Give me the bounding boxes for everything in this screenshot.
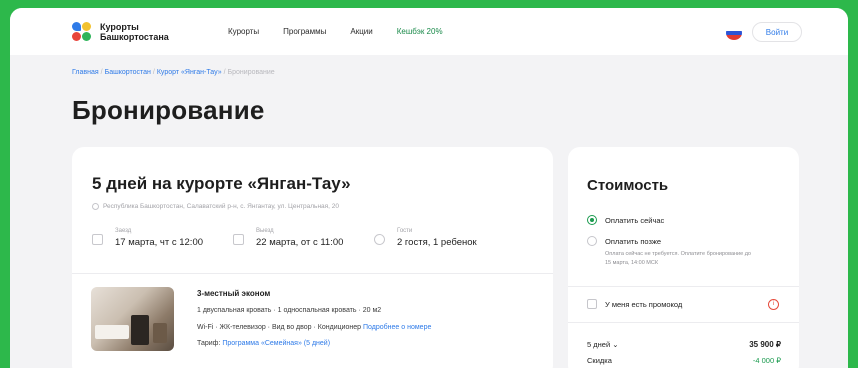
days-label: 5 дней (587, 340, 611, 349)
promo-label: У меня есть промокод (605, 299, 683, 309)
room-beds: 1 двуспальная кровать · 1 односпальная к… (197, 307, 382, 314)
days-dropdown[interactable]: 5 дней ⌄ (587, 340, 619, 349)
checkout-value: 22 марта, от с 11:00 (256, 237, 344, 248)
location-pin-icon (92, 203, 99, 210)
pay-now-radio[interactable] (587, 215, 597, 225)
guests-icon (374, 234, 385, 245)
pay-now-option[interactable]: Оплатить сейчас (587, 215, 664, 225)
booking-card: 5 дней на курорте «Янган-Тау» Республика… (72, 147, 553, 368)
payment-note: Оплата сейчас не требуется. Оплатите бро… (605, 251, 751, 266)
room-amenities: Wi-Fi · ЖК-телевизор · Вид во двор · Кон… (197, 324, 431, 331)
discount-row: Скидка -4 000 ₽ (587, 356, 781, 365)
logo-icon (72, 21, 92, 42)
address-text: Республика Башкортостан, Салаватский р-н… (103, 203, 340, 210)
login-button[interactable]: Войти (752, 22, 802, 42)
pay-later-option[interactable]: Оплатить позже (587, 236, 661, 246)
breadcrumb: Главная / Башкортостан / Курорт «Янган-Тау» /… (72, 69, 275, 76)
pay-later-label: Оплатить позже (605, 236, 662, 246)
pay-now-label: Оплатить сейчас (605, 215, 665, 225)
room-name: 3-местный эконом (197, 289, 271, 298)
card-divider (72, 273, 553, 274)
breadcrumb-home[interactable]: Главная (72, 69, 99, 76)
booking-dates: Заезд 17 марта, чт с 12:00 Выезд 22 март… (92, 228, 515, 248)
nav-promotions[interactable]: Акции (350, 27, 372, 36)
promo-checkbox[interactable] (587, 299, 597, 309)
booking-title: 5 дней на курорте «Янган-Тау» (92, 174, 351, 193)
guests-item: Гости 2 гостя, 1 ребенок (374, 228, 515, 248)
page-title: Бронирование (72, 95, 265, 125)
checkin-icon (92, 234, 103, 245)
cost-title: Стоимость (587, 177, 669, 194)
room-details-link[interactable]: Подробнее о номере (363, 324, 431, 331)
site-logo[interactable]: Курорты Башкортостана (72, 21, 180, 42)
main-nav: Курорты Программы Акции Кешбэк 20% (228, 27, 467, 36)
guests-label: Гости (397, 228, 413, 234)
logo-text: Курорты Башкортостана (100, 21, 169, 42)
nav-resorts[interactable]: Курорты (228, 27, 259, 36)
browser-frame: Курорты Башкортостана Курорты Программы … (10, 8, 848, 368)
booking-address: Республика Башкортостан, Салаватский р-н… (92, 203, 339, 210)
checkin-value: 17 марта, чт с 12:00 (115, 237, 204, 248)
russia-flag-icon[interactable] (726, 26, 742, 40)
discount-label: Скидка (587, 356, 612, 365)
checkout-icon (233, 234, 244, 245)
checkout-label: Выезд (256, 228, 274, 234)
nav-programs[interactable]: Программы (283, 27, 326, 36)
tariff-link[interactable]: Программа «Семейная» (5 дней) (222, 340, 330, 347)
breadcrumb-resort[interactable]: Курорт «Янган-Тау» (157, 69, 222, 76)
breadcrumb-current: Бронирование (227, 69, 275, 76)
cost-divider-2 (568, 322, 799, 323)
room-photo[interactable] (91, 287, 174, 351)
promo-code-option[interactable]: У меня есть промокод (587, 299, 781, 309)
breadcrumb-region[interactable]: Башкортостан (105, 69, 151, 76)
guests-value: 2 гостя, 1 ребенок (397, 237, 477, 248)
cost-panel: Стоимость Оплатить сейчас Оплатить позже… (568, 147, 799, 368)
pay-later-radio[interactable] (587, 236, 597, 246)
tariff-label: Тариф: (197, 340, 221, 347)
chevron-down-icon: ⌄ (612, 340, 619, 349)
room-tariff: Тариф: Программа «Семейная» (5 дней) (197, 340, 330, 347)
nav-cashback[interactable]: Кешбэк 20% (397, 27, 443, 36)
cost-divider (568, 286, 799, 287)
amenities-text: Wi-Fi · ЖК-телевизор · Вид во двор · Кон… (197, 324, 362, 331)
checkout-item: Выезд 22 марта, от с 11:00 (233, 228, 374, 248)
site-header: Курорты Башкортостана Курорты Программы … (10, 8, 848, 55)
checkin-item: Заезд 17 марта, чт с 12:00 (92, 228, 233, 248)
days-price: 35 900 ₽ (749, 340, 781, 349)
price-days-row: 5 дней ⌄ 35 900 ₽ (587, 340, 781, 349)
discount-value: -4 000 ₽ (752, 356, 781, 365)
checkin-label: Заезд (115, 228, 132, 234)
info-icon[interactable]: i (768, 299, 779, 310)
